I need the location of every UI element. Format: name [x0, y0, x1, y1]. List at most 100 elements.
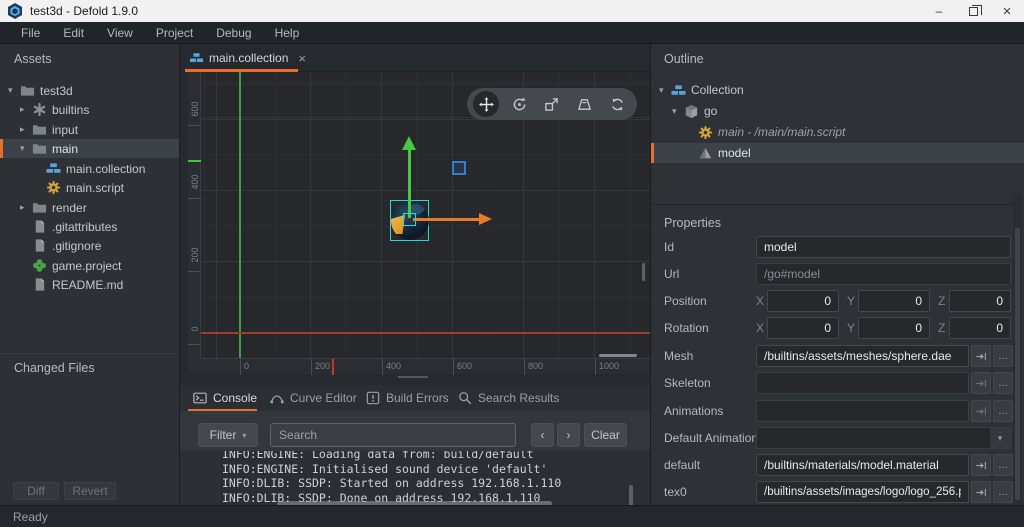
tree-item-main-script[interactable]: main.script: [0, 178, 179, 197]
minimize-button[interactable]: –: [922, 0, 956, 22]
skeleton-input[interactable]: [756, 372, 969, 394]
tex0-input[interactable]: [756, 481, 969, 503]
tree-item-main[interactable]: ▾ main: [0, 139, 179, 158]
outline-item-label: Collection: [691, 83, 744, 97]
animations-input[interactable]: [756, 400, 969, 422]
tree-item-readme[interactable]: README.md: [0, 275, 179, 294]
open-resource-button[interactable]: [971, 400, 991, 422]
menu-project[interactable]: Project: [151, 26, 198, 40]
menu-edit[interactable]: Edit: [58, 26, 89, 40]
chevron-expanded-icon[interactable]: ▾: [672, 106, 684, 117]
gizmo-x-axis[interactable]: [413, 218, 479, 221]
prev-match-button[interactable]: ‹: [531, 423, 554, 447]
scene-horizontal-scrollbar[interactable]: [599, 354, 637, 357]
menu-file[interactable]: File: [16, 26, 45, 40]
close-button[interactable]: ×: [990, 0, 1024, 22]
open-resource-button[interactable]: [971, 372, 991, 394]
property-row-mesh: Mesh …: [651, 345, 1024, 367]
diff-button[interactable]: Diff: [13, 482, 59, 500]
chevron-collapsed-icon[interactable]: ▸: [20, 104, 32, 115]
tab-label: main.collection: [209, 51, 289, 65]
tree-item-gitattributes[interactable]: .gitattributes: [0, 217, 179, 236]
open-resource-button[interactable]: [971, 454, 991, 476]
jump-icon: [975, 377, 988, 390]
realign-camera-button[interactable]: [605, 91, 631, 117]
chevron-collapsed-icon[interactable]: ▸: [20, 124, 32, 135]
chevron-expanded-icon[interactable]: ▾: [8, 85, 20, 96]
browse-resource-button[interactable]: …: [993, 481, 1013, 503]
browse-resource-button[interactable]: …: [993, 400, 1013, 422]
default-animation-select[interactable]: ▾: [756, 427, 1011, 449]
gizmo-plane-handle[interactable]: [452, 161, 466, 175]
move-tool-button[interactable]: [473, 91, 500, 117]
tree-item-input[interactable]: ▸ input: [0, 120, 179, 139]
chevron-expanded-icon[interactable]: ▾: [659, 85, 671, 96]
position-z-input[interactable]: [949, 290, 1011, 312]
outline-item-model[interactable]: model: [651, 143, 1024, 163]
outline-item-collection[interactable]: ▾ Collection: [651, 80, 1024, 100]
ruler-tick: [188, 271, 201, 272]
tab-console[interactable]: Console: [193, 385, 257, 411]
scale-tool-button[interactable]: [539, 91, 565, 117]
assets-panel: Assets ▾ test3d ▸ builtins ▸ input ▾ mai…: [0, 44, 180, 505]
property-row-id: Id: [651, 236, 1024, 258]
tab-build-errors[interactable]: Build Errors: [366, 385, 449, 411]
id-input[interactable]: [756, 236, 1011, 258]
chevron-collapsed-icon[interactable]: ▸: [20, 202, 32, 213]
chevron-expanded-icon[interactable]: ▾: [20, 143, 32, 154]
tab-search-results[interactable]: Search Results: [458, 385, 559, 411]
ruler-tick: [188, 198, 201, 199]
defold-logo-icon: [7, 3, 23, 19]
open-resource-button[interactable]: [971, 345, 991, 367]
tree-item-game-project[interactable]: game.project: [0, 256, 179, 275]
browse-resource-button[interactable]: …: [993, 345, 1013, 367]
tree-item-test3d[interactable]: ▾ test3d: [0, 81, 179, 100]
menu-view[interactable]: View: [102, 26, 138, 40]
console-search-input[interactable]: [270, 423, 516, 447]
browse-resource-button[interactable]: …: [993, 372, 1013, 394]
property-label: Default Animation: [664, 431, 759, 445]
menu-debug[interactable]: Debug: [211, 26, 256, 40]
frustum-tool-button[interactable]: [572, 91, 598, 117]
next-match-button[interactable]: ›: [557, 423, 580, 447]
tab-main-collection[interactable]: main.collection ×: [185, 44, 310, 72]
open-resource-button[interactable]: [971, 481, 991, 503]
tree-item-gitignore[interactable]: .gitignore: [0, 236, 179, 255]
log-line: INFO:ENGINE: Initialised sound device 'd…: [222, 461, 548, 476]
scene-vertical-scrollbar[interactable]: [642, 263, 645, 281]
browse-resource-button[interactable]: …: [993, 454, 1013, 476]
clear-console-button[interactable]: Clear: [584, 423, 627, 447]
scene-viewport[interactable]: [201, 72, 650, 358]
restore-button[interactable]: [956, 0, 990, 22]
gizmo-center-handle[interactable]: [403, 213, 416, 226]
console-log[interactable]: INFO:ENGINE: Loading data from: build/de…: [180, 451, 650, 505]
outline-item-go[interactable]: ▾ go: [651, 101, 1024, 121]
rotation-y-input[interactable]: [858, 317, 930, 339]
tab-close-icon[interactable]: ×: [298, 51, 306, 66]
gizmo-y-axis[interactable]: [408, 150, 411, 218]
menu-bar: File Edit View Project Debug Help: [0, 22, 1024, 44]
filter-dropdown[interactable]: Filter ▾: [198, 423, 258, 447]
properties-scrollbar-thumb[interactable]: [1015, 228, 1020, 500]
rotate-tool-button[interactable]: [506, 91, 532, 117]
tree-item-render[interactable]: ▸ render: [0, 198, 179, 217]
position-y-input[interactable]: [858, 290, 930, 312]
mesh-input[interactable]: [756, 345, 969, 367]
menu-help[interactable]: Help: [270, 26, 305, 40]
material-input[interactable]: [756, 454, 969, 476]
rotation-x-input[interactable]: [767, 317, 839, 339]
properties-title: Properties: [664, 216, 721, 230]
position-x-input[interactable]: [767, 290, 839, 312]
panel-splitter-handle[interactable]: [398, 376, 428, 378]
error-icon: [366, 391, 380, 405]
folder-icon: [20, 83, 35, 98]
game-object-cube-icon: [684, 104, 699, 119]
tab-curve-editor[interactable]: Curve Editor: [270, 385, 357, 411]
tree-item-main-collection[interactable]: main.collection: [0, 159, 179, 178]
outline-item-main-script[interactable]: main - /main/main.script: [651, 122, 1024, 142]
tree-item-label: main.collection: [66, 161, 146, 176]
tree-item-builtins[interactable]: ▸ builtins: [0, 100, 179, 119]
revert-button[interactable]: Revert: [64, 482, 116, 500]
editor-panel: main.collection × 600 400 200 0 0 200 40…: [180, 44, 650, 509]
rotation-z-input[interactable]: [949, 317, 1011, 339]
